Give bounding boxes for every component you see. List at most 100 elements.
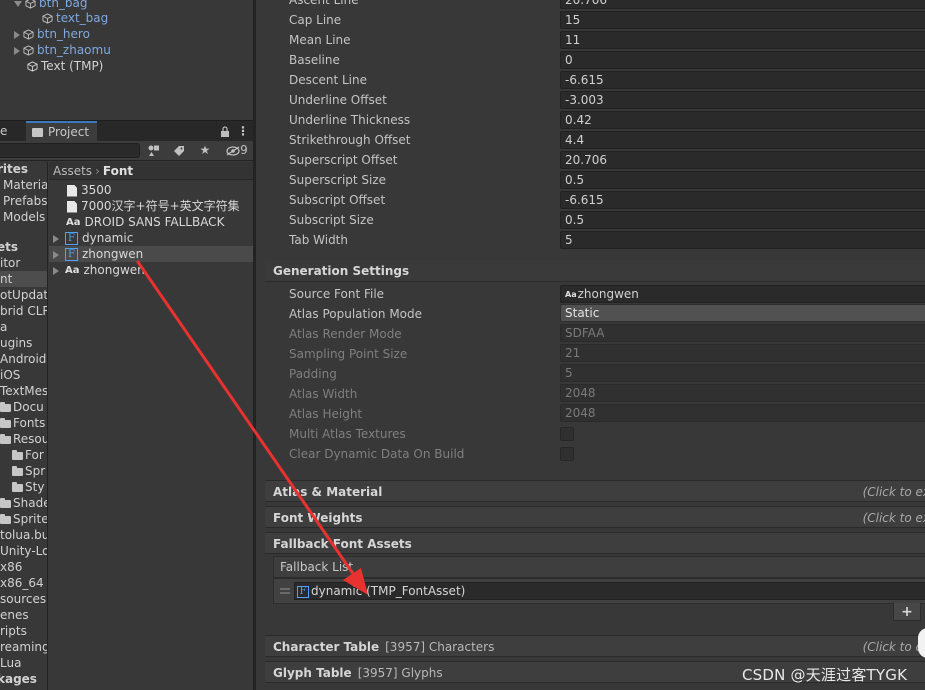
hierarchy-item-btn-hero[interactable]: btn_hero bbox=[14, 26, 90, 42]
tree-item[interactable]: reamingA bbox=[0, 639, 47, 655]
tab-console[interactable]: e bbox=[0, 121, 7, 142]
favorite-item[interactable]: Prefabs bbox=[3, 193, 47, 209]
prop-field-baseline[interactable]: 0 bbox=[560, 51, 925, 69]
tree-item[interactable]: Docu bbox=[0, 399, 44, 415]
hierarchy-item-text-tmp[interactable]: Text (TMP) bbox=[27, 58, 103, 74]
tree-item[interactable]: otUpdate bbox=[0, 287, 47, 303]
tree-item-font-selected[interactable]: nt bbox=[0, 271, 47, 287]
breadcrumb-assets[interactable]: Assets bbox=[53, 164, 92, 178]
asset-item-charset[interactable]: 7000汉字+符号+英文字符集 bbox=[49, 198, 253, 214]
filter-by-type-icon[interactable] bbox=[143, 142, 163, 159]
prop-field-strikethrough-offset[interactable]: 4.4 bbox=[560, 131, 925, 149]
breadcrumb-font[interactable]: Font bbox=[103, 164, 133, 178]
fallback-font-object-field[interactable]: Fdynamic (TMP_FontAsset) bbox=[294, 582, 925, 600]
hierarchy-item-btn-zhaomu[interactable]: btn_zhaomu bbox=[14, 42, 111, 58]
tree-item[interactable]: ripts bbox=[0, 623, 27, 639]
tree-item[interactable]: For bbox=[12, 447, 44, 463]
tree-item[interactable]: TextMes bbox=[0, 383, 47, 399]
tree-item[interactable]: x86 bbox=[0, 559, 22, 575]
prop-field-mean-line[interactable]: 11 bbox=[560, 31, 925, 49]
asset-item-dynamic[interactable]: Fdynamic bbox=[49, 230, 253, 246]
gameobject-cube-icon bbox=[25, 0, 36, 9]
prop-field-underline-offset[interactable]: -3.003 bbox=[560, 91, 925, 109]
tree-item[interactable]: a bbox=[0, 319, 7, 335]
expand-arrow-icon[interactable] bbox=[14, 0, 22, 7]
drag-handle-icon[interactable] bbox=[280, 588, 290, 590]
project-toolbar: ★ 9 bbox=[0, 141, 253, 161]
tree-item[interactable]: itor bbox=[0, 255, 20, 271]
hierarchy-item-text-bag[interactable]: text_bag bbox=[42, 10, 108, 26]
text-file-icon bbox=[67, 200, 77, 213]
prop-field-padding: 5 bbox=[560, 364, 925, 382]
prop-field-source-font-file[interactable]: Aazhongwen bbox=[560, 285, 925, 303]
asset-item-zhongwen-font[interactable]: Aa zhongwen bbox=[49, 262, 253, 278]
search-input[interactable] bbox=[0, 143, 140, 158]
asset-item-zhongwen-selected[interactable]: Fzhongwen bbox=[49, 246, 253, 262]
favorite-star-icon[interactable]: ★ bbox=[195, 142, 215, 159]
tree-item[interactable]: enes bbox=[0, 607, 29, 623]
tree-item[interactable]: tolua.bu bbox=[0, 527, 47, 543]
chevron-right-icon: › bbox=[95, 164, 100, 178]
prop-field-superscript-size[interactable]: 0.5 bbox=[560, 171, 925, 189]
favorite-item[interactable]: Models bbox=[3, 209, 45, 225]
drag-handle-icon[interactable] bbox=[280, 592, 290, 594]
prop-field-descent-line[interactable]: -6.615 bbox=[560, 71, 925, 89]
text-file-icon bbox=[67, 184, 77, 197]
tree-header-assets[interactable]: ets bbox=[0, 239, 18, 255]
filter-by-label-icon[interactable] bbox=[169, 142, 189, 159]
prop-field-tab-width[interactable]: 5 bbox=[560, 231, 925, 249]
prop-label-strikethrough-offset: Strikethrough Offset bbox=[289, 133, 411, 147]
hierarchy-item-label: Text (TMP) bbox=[41, 59, 104, 73]
tree-item[interactable]: brid CLR bbox=[0, 303, 47, 319]
expand-arrow-icon[interactable] bbox=[14, 30, 20, 39]
expand-arrow-icon[interactable] bbox=[53, 234, 59, 243]
prop-field-subscript-size[interactable]: 0.5 bbox=[560, 211, 925, 229]
prop-field-superscript-offset[interactable]: 20.706 bbox=[560, 151, 925, 169]
tree-item[interactable]: Android bbox=[0, 351, 46, 367]
lock-icon[interactable] bbox=[218, 121, 232, 142]
tree-item[interactable]: Fonts bbox=[0, 415, 45, 431]
prop-field-underline-thickness[interactable]: 0.42 bbox=[560, 111, 925, 129]
tree-item[interactable]: Resou bbox=[0, 431, 47, 447]
more-options-icon[interactable]: ⋮ bbox=[236, 121, 250, 142]
asset-item-3500[interactable]: 3500 bbox=[49, 182, 253, 198]
tab-project[interactable]: Project bbox=[26, 121, 98, 142]
asset-item-droid-sans[interactable]: Aa DROID SANS FALLBACK bbox=[49, 214, 253, 230]
tree-item[interactable]: Shade bbox=[0, 495, 47, 511]
tree-item[interactable]: sources bbox=[0, 591, 46, 607]
prop-label-descent-line: Descent Line bbox=[289, 73, 367, 87]
section-character-table[interactable]: Character Table [3957] Characters (Click t… bbox=[265, 635, 925, 657]
folder-icon bbox=[0, 497, 11, 508]
tree-header-packages[interactable]: kages bbox=[0, 671, 37, 687]
tree-item[interactable]: ugins bbox=[0, 335, 32, 351]
tree-item[interactable]: Lua bbox=[0, 655, 21, 671]
prop-label-sampling-point-size: Sampling Point Size bbox=[289, 347, 408, 361]
tree-item[interactable]: Sty bbox=[12, 479, 44, 495]
hierarchy-item-label: btn_bag bbox=[39, 0, 88, 10]
prop-field-subscript-offset[interactable]: -6.615 bbox=[560, 191, 925, 209]
tmp-font-asset-icon: F bbox=[65, 232, 78, 245]
hidden-packages-icon[interactable]: 9 bbox=[222, 142, 252, 159]
tree-item[interactable]: iOS bbox=[0, 367, 20, 383]
prop-field-cap-line[interactable]: 15 bbox=[560, 11, 925, 29]
expand-arrow-icon[interactable] bbox=[14, 46, 20, 55]
tree-item[interactable]: Sprite bbox=[0, 511, 47, 527]
tree-header-favorites[interactable]: rites bbox=[0, 162, 28, 177]
section-atlas-material[interactable]: Atlas & Material (Click to ex bbox=[265, 480, 925, 502]
expand-arrow-icon[interactable] bbox=[53, 250, 59, 259]
favorite-item[interactable]: Materia bbox=[3, 177, 47, 193]
tree-item[interactable]: x86_64 bbox=[0, 575, 44, 591]
watermark-text: CSDN @天涯过客TYGK bbox=[742, 666, 908, 684]
fallback-list-header[interactable]: Fallback List bbox=[273, 556, 925, 578]
folder-icon bbox=[12, 481, 23, 492]
section-fallback-font-assets[interactable]: Fallback Font Assets bbox=[265, 532, 925, 554]
prop-dropdown-atlas-population-mode[interactable]: Static bbox=[560, 304, 925, 322]
tree-item[interactable]: Unity-Lo bbox=[0, 543, 47, 559]
section-generation-settings[interactable]: Generation Settings bbox=[265, 260, 925, 282]
expand-arrow-icon[interactable] bbox=[53, 266, 59, 275]
section-font-weights[interactable]: Font Weights (Click to ex bbox=[265, 506, 925, 528]
tree-item[interactable]: Spr bbox=[12, 463, 45, 479]
prop-field-ascent-line[interactable]: 20.706 bbox=[560, 0, 925, 9]
add-fallback-button[interactable]: + bbox=[893, 603, 921, 621]
prop-label-atlas-width: Atlas Width bbox=[289, 387, 358, 401]
